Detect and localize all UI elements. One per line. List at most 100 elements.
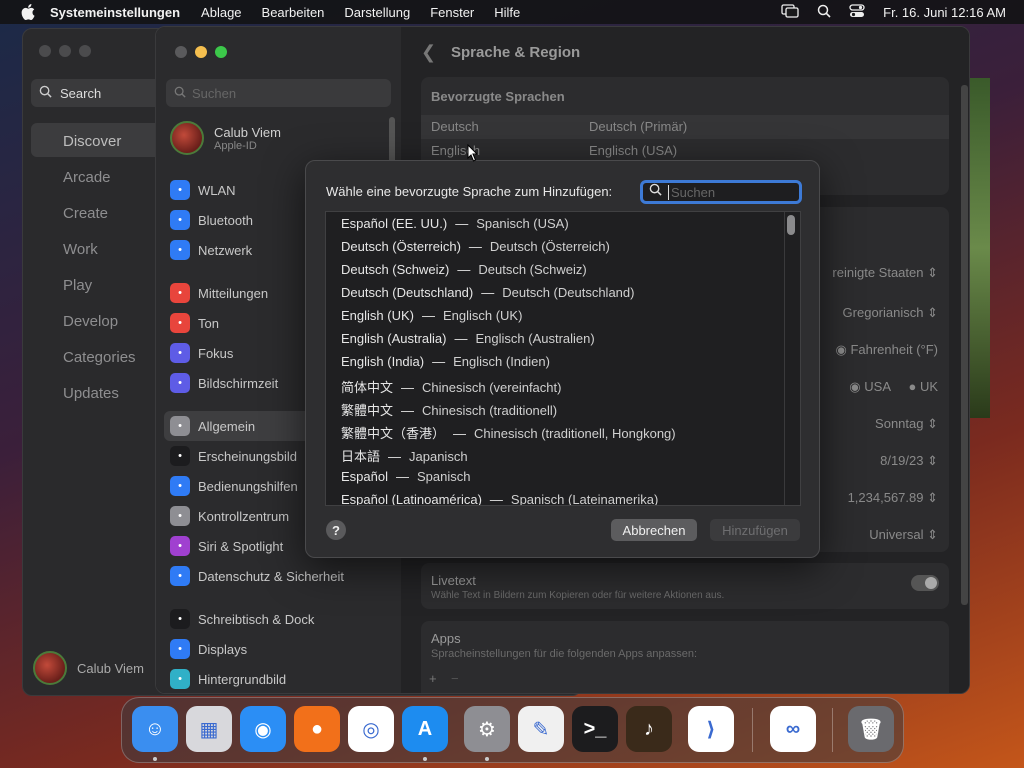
language-option[interactable]: English (India) — Englisch (Indien) <box>341 354 550 369</box>
preferred-language-row[interactable]: Deutsch Deutsch (Primär) <box>421 115 949 139</box>
language-search[interactable] <box>640 180 802 204</box>
measure-radio-uk[interactable]: ● UK <box>908 379 938 394</box>
terminal-icon[interactable]: >_ <box>572 706 618 752</box>
screen-mirroring-icon[interactable] <box>781 3 799 21</box>
menu-clock[interactable]: Fr. 16. Juni 12:16 AM <box>883 5 1006 20</box>
language-separator: — <box>481 285 495 300</box>
menu-app-name[interactable]: Systemeinstellungen <box>50 5 180 20</box>
app-store-nav-arcade[interactable]: Arcade <box>63 169 111 186</box>
help-button[interactable]: ? <box>326 520 346 540</box>
region-value: reinigte Staaten <box>832 265 924 280</box>
language-option[interactable]: Español (EE. UU.) — Spanisch (USA) <box>341 216 569 231</box>
language-list[interactable]: Español (EE. UU.) — Spanisch (USA) Deutsch … <box>325 211 801 506</box>
language-search-input[interactable] <box>668 184 788 200</box>
vscode-icon[interactable]: ⟩ <box>688 706 734 752</box>
zoom-window-button[interactable] <box>79 45 91 57</box>
app-store-nav-categories[interactable]: Categories <box>63 349 136 366</box>
sidebar-item-datenschutz-sicherheit[interactable]: • Datenschutz & Sicherheit <box>170 565 344 587</box>
content-scrollbar[interactable] <box>961 85 968 605</box>
language-option[interactable]: 繁體中文 — Chinesisch (traditionell) <box>341 400 557 419</box>
app-store-nav-discover[interactable]: Discover <box>63 133 121 150</box>
sidebar-item-fokus[interactable]: • Fokus <box>170 342 233 364</box>
language-separator: — <box>401 403 415 418</box>
sidebar-item-erscheinungsbild[interactable]: • Erscheinungsbild <box>170 445 297 467</box>
chrome-icon[interactable]: ◎ <box>348 706 394 752</box>
number-format-popup[interactable]: 1,234,567.89 ⇕ <box>848 490 938 506</box>
language-option[interactable]: 简体中文 — Chinesisch (vereinfacht) <box>341 377 561 396</box>
app-store-nav-create[interactable]: Create <box>63 205 108 222</box>
close-window-button[interactable] <box>39 45 51 57</box>
sidebar-search[interactable]: Suchen <box>166 79 391 107</box>
zoom-window-button[interactable] <box>215 46 227 58</box>
textedit-icon[interactable]: ✎ <box>518 706 564 752</box>
language-option[interactable]: English (UK) — Englisch (UK) <box>341 308 522 323</box>
language-option[interactable]: 繁體中文（香港） — Chinesisch (traditionell, Hongk… <box>341 423 676 442</box>
app-store-nav-work[interactable]: Work <box>63 241 98 258</box>
sidebar-apple-id[interactable]: Calub Viem Apple-ID <box>170 121 281 155</box>
language-option[interactable]: Deutsch (Schweiz) — Deutsch (Schweiz) <box>341 262 587 277</box>
minimize-window-button[interactable] <box>195 46 207 58</box>
language-option[interactable]: Deutsch (Österreich) — Deutsch (Österreich… <box>341 239 610 254</box>
menu-item-bearbeiten[interactable]: Bearbeiten <box>262 5 325 20</box>
first-day-popup[interactable]: Sonntag ⇕ <box>875 416 938 432</box>
add-button[interactable]: Hinzufügen <box>710 519 800 541</box>
language-native-name: Deutsch (Österreich) <box>341 239 461 254</box>
menu-item-darstellung[interactable]: Darstellung <box>344 5 410 20</box>
visual-studio-icon[interactable]: ∞ <box>770 706 816 752</box>
launchpad-icon[interactable]: ▦ <box>186 706 232 752</box>
app-store-nav-updates[interactable]: Updates <box>63 385 119 402</box>
trash-icon[interactable]: 🗑 <box>848 706 894 752</box>
sidebar-item-kontrollzentrum[interactable]: • Kontrollzentrum <box>170 505 289 527</box>
language-option[interactable]: 日本語 — Japanisch <box>341 446 468 465</box>
apple-icon[interactable] <box>18 2 38 22</box>
preferred-language-name: Deutsch <box>431 119 479 134</box>
sidebar-item-hintergrundbild[interactable]: • Hintergrundbild <box>170 668 286 690</box>
app-store-nav-play[interactable]: Play <box>63 277 92 294</box>
region-popup[interactable]: reinigte Staaten ⇕ <box>832 265 938 281</box>
sidebar-item-bluetooth[interactable]: • Bluetooth <box>170 209 253 231</box>
app-store-icon[interactable]: A <box>402 706 448 752</box>
livetext-toggle[interactable] <box>911 575 939 591</box>
sort-order-popup[interactable]: Universal ⇕ <box>869 527 938 543</box>
system-settings-icon[interactable]: ⚙ <box>464 706 510 752</box>
language-option[interactable]: Deutsch (Deutschland) — Deutsch (Deutschla… <box>341 285 634 300</box>
add-app-button[interactable]: + <box>429 671 437 686</box>
app-store-account[interactable]: Calub Viem <box>33 651 144 685</box>
dock-running-indicator <box>423 757 427 761</box>
hourglass-icon: • <box>170 373 190 393</box>
menu-item-ablage[interactable]: Ablage <box>201 5 241 20</box>
sidebar-item-bedienungshilfen[interactable]: • Bedienungshilfen <box>170 475 298 497</box>
date-format-popup[interactable]: 8/19/23 ⇕ <box>880 453 938 469</box>
back-chevron-icon[interactable]: ❮ <box>421 42 436 63</box>
firefox-icon[interactable]: ● <box>294 706 340 752</box>
sidebar-item-wlan[interactable]: • WLAN <box>170 179 236 201</box>
sidebar-item-bildschirmzeit[interactable]: • Bildschirmzeit <box>170 372 278 394</box>
temperature-radio[interactable]: ◉ Fahrenheit (°F) <box>835 342 938 358</box>
sidebar-item-ton[interactable]: • Ton <box>170 312 219 334</box>
measure-radio-usa[interactable]: ◉ USA <box>849 379 891 395</box>
language-list-scrollbar[interactable] <box>787 215 795 235</box>
window-controls <box>175 46 227 58</box>
app-store-nav-develop[interactable]: Develop <box>63 313 118 330</box>
sidebar-item-mitteilungen[interactable]: • Mitteilungen <box>170 282 268 304</box>
sidebar-item-displays[interactable]: • Displays <box>170 638 247 660</box>
finder-icon[interactable]: ☺ <box>132 706 178 752</box>
minimize-window-button[interactable] <box>59 45 71 57</box>
sidebar-item-allgemein[interactable]: • Allgemein <box>170 415 255 437</box>
spotlight-search-icon[interactable] <box>817 4 831 21</box>
close-window-button[interactable] <box>175 46 187 58</box>
sidebar-item-siri-spotlight[interactable]: • Siri & Spotlight <box>170 535 283 557</box>
sidebar-item-schreibtisch-dock[interactable]: • Schreibtisch & Dock <box>170 608 314 630</box>
control-center-icon[interactable] <box>849 3 865 21</box>
garageband-icon[interactable]: ♪ <box>626 706 672 752</box>
language-option[interactable]: Español (Latinoamérica) — Spanisch (Latein… <box>341 492 658 505</box>
remove-app-button[interactable]: − <box>451 671 459 686</box>
sidebar-item-netzwerk[interactable]: • Netzwerk <box>170 239 252 261</box>
language-option[interactable]: Español — Spanisch <box>341 469 470 484</box>
calendar-popup[interactable]: Gregorianisch ⇕ <box>843 305 938 321</box>
safari-icon[interactable]: ◉ <box>240 706 286 752</box>
menu-item-fenster[interactable]: Fenster <box>430 5 474 20</box>
menu-item-hilfe[interactable]: Hilfe <box>494 5 520 20</box>
language-option[interactable]: English (Australia) — Englisch (Australien… <box>341 331 595 346</box>
cancel-button[interactable]: Abbrechen <box>611 519 697 541</box>
